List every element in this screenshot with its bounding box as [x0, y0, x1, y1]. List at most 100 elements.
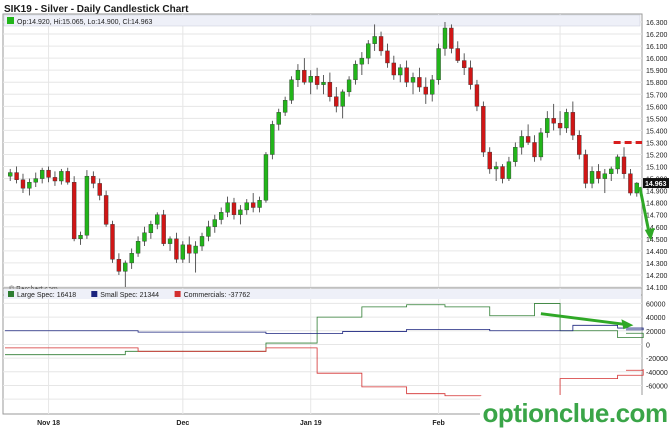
price-tick-label: 15.800 [646, 80, 668, 87]
price-tick-label: 15.900 [646, 68, 668, 75]
candle [110, 220, 115, 263]
price-tick-label: 16.100 [646, 44, 668, 51]
candle-body [481, 106, 486, 153]
candle-body [570, 112, 576, 136]
candle-body [500, 166, 505, 179]
candle-body [461, 60, 467, 68]
candle [436, 43, 441, 85]
candle-body [148, 224, 154, 233]
cot-legend-item: Commercials: -37762 [184, 292, 251, 299]
last-price-label: 14.963 [645, 181, 667, 188]
candle-body [615, 156, 620, 170]
candle-body [282, 100, 288, 113]
candle-body [621, 156, 627, 174]
candle-body [449, 27, 454, 49]
candle-body [436, 48, 441, 81]
candle-body [225, 202, 230, 213]
candle [71, 176, 77, 242]
candle-body [589, 171, 595, 184]
price-tick-label: 16.200 [646, 32, 668, 39]
candle-body [110, 224, 115, 260]
candle-body [609, 168, 614, 174]
candle-body [596, 171, 601, 179]
chart-title: SIK19 - Silver - Daily Candlestick Chart [4, 4, 189, 15]
candle-body [602, 173, 608, 179]
candle-body [295, 69, 301, 81]
candle-body [545, 118, 550, 134]
ohlc-legend-text: Op:14.920, Hi:15.065, Lo:14.900, Cl:14.9… [17, 19, 153, 26]
cot-tick-label: 60000 [646, 301, 666, 308]
candle-body [33, 178, 38, 183]
price-tick-label: 14.700 [646, 213, 668, 220]
candle [474, 79, 480, 112]
candle-body [71, 182, 77, 240]
candle-body [20, 179, 26, 189]
candle-body [46, 169, 51, 178]
candle-body [391, 62, 397, 76]
candle-body [334, 96, 339, 107]
candle-body [398, 67, 403, 76]
candle-body [430, 79, 435, 95]
candle [103, 190, 109, 227]
candle-body [577, 135, 582, 155]
candle-body [634, 182, 639, 194]
candle [481, 101, 486, 157]
candle-body [519, 136, 524, 148]
candle-body [289, 79, 294, 101]
candle [263, 152, 269, 203]
candle-body [167, 238, 173, 244]
candle-body [52, 177, 58, 182]
candle-body [276, 112, 281, 125]
candle-body [206, 226, 211, 237]
candle-body [238, 209, 243, 215]
candle-body [39, 169, 45, 179]
chart-canvas: SIK19 - Silver - Daily Candlestick Chart… [0, 0, 670, 431]
candle-body [423, 86, 428, 95]
candle-body [551, 118, 556, 124]
price-tick-label: 14.800 [646, 201, 668, 208]
candle-body [161, 214, 166, 244]
candle-body [321, 82, 326, 85]
cot-tick-label: 0 [646, 342, 650, 349]
price-tick-label: 14.200 [646, 273, 668, 280]
candle [270, 120, 275, 160]
candle-body [583, 154, 588, 184]
candle-body [193, 245, 198, 254]
candle-body [116, 259, 122, 272]
candle [583, 149, 588, 189]
candle-body [257, 200, 262, 208]
candle-body [129, 253, 134, 264]
candle-body [270, 124, 275, 155]
candle [289, 76, 294, 104]
candle-body [628, 173, 633, 194]
candle-body [212, 219, 217, 227]
candle-body [455, 48, 460, 61]
candle-body [378, 36, 384, 52]
candle-body [442, 27, 448, 49]
x-tick-label: Dec [176, 420, 189, 427]
candle-body [103, 195, 109, 225]
candle-body [91, 175, 96, 184]
candle-body [8, 172, 13, 177]
candle-body [564, 112, 569, 129]
price-tick-label: 15.200 [646, 153, 668, 160]
candle-body [231, 202, 237, 215]
candle-body [410, 77, 416, 83]
cot-legend: Large Spec: 16418 Small Spec: 21344 Commer… [4, 289, 641, 299]
cot-legend-item: Small Spec: 21344 [100, 292, 159, 299]
price-tick-label: 14.300 [646, 261, 668, 268]
candle-body [84, 175, 90, 236]
candle-body [487, 151, 492, 170]
candle-body [135, 241, 141, 254]
candle [84, 170, 90, 239]
candle-body [302, 69, 307, 83]
candle-body [180, 244, 186, 260]
candle-body [263, 154, 269, 201]
candle-body [366, 43, 371, 59]
candle-body [417, 77, 422, 88]
price-tick-label: 16.000 [646, 56, 668, 63]
x-tick-label: Jan 19 [300, 420, 322, 427]
candle-body [557, 122, 563, 129]
candle-body [513, 147, 518, 162]
price-tick-label: 16.300 [646, 20, 668, 27]
